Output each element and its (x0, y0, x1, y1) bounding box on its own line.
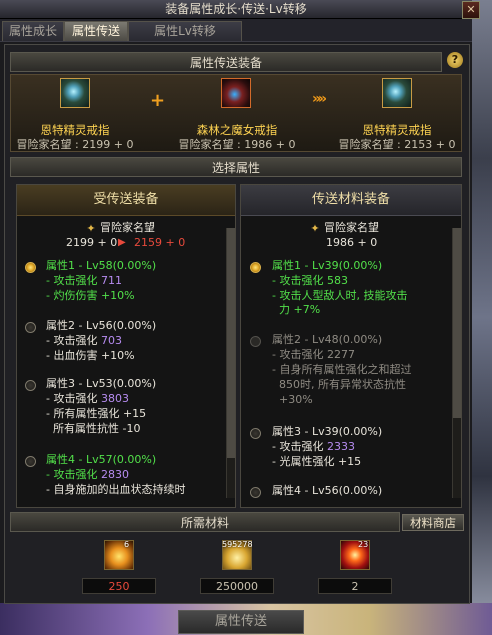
tab-attribute-growth[interactable]: 属性成长 (2, 21, 64, 41)
left-attribute-3-line-3: 所有属性抗性 -10 (46, 422, 141, 435)
attribute-transfer-button[interactable]: 属性传送 (178, 610, 304, 634)
left-reputation-before: 2199 + 0 (66, 236, 118, 249)
material-item-reputation: 冒险家名望 : 1986 + 0 (178, 138, 296, 151)
material-ring-icon[interactable] (221, 78, 251, 108)
reputation-crest-icon: ✦ (310, 222, 320, 235)
material-equipment-title: 传送材料装备 (241, 185, 461, 216)
left-attribute-1-line-2: - 灼伤伤害 +10% (46, 289, 135, 302)
tab-attribute-transfer[interactable]: 属性传送 (64, 21, 128, 41)
right-attribute-2-line-4: +30% (272, 393, 313, 406)
left-reputation-label: 冒险家名望 (100, 221, 155, 234)
right-attribute-1-line-1: - 攻击强化 583 (272, 274, 348, 287)
tab-attribute-lv-transfer[interactable]: 属性Lv转移 (128, 21, 242, 41)
left-reputation-after: 2159 + 0 (134, 236, 186, 249)
result-item-reputation: 冒险家名望 : 2153 + 0 (338, 138, 456, 151)
left-attribute-2-line-1: - 攻击强化 703 (46, 334, 122, 347)
left-attribute-2-radio[interactable] (25, 322, 36, 333)
right-attribute-3-line-1: - 攻击强化 2333 (272, 440, 355, 453)
left-attribute-1-line-1: - 攻击强化 711 (46, 274, 122, 287)
source-ring-icon[interactable] (60, 78, 90, 108)
right-attribute-2-line-3: 850时, 所有异常状态抗性 (272, 378, 406, 391)
left-attribute-4-line-2: - 自身施加的出血状态持续时 (46, 483, 186, 496)
result-ring-icon[interactable] (382, 78, 412, 108)
right-attribute-1-line-3: 力 +7% (272, 303, 321, 316)
decrease-arrow-icon: ▶ (118, 237, 126, 248)
left-scrollbar[interactable] (226, 228, 235, 498)
right-scrollbar[interactable] (452, 228, 461, 498)
material-shop-button[interactable]: 材料商店 (402, 514, 464, 531)
right-attribute-3-radio[interactable] (250, 428, 261, 439)
gold-coins-badge: 595278 (222, 540, 253, 549)
left-attribute-1-name[interactable]: 属性1 - Lv58(0.00%) (46, 259, 156, 273)
right-attribute-1-name[interactable]: 属性1 - Lv39(0.00%) (272, 259, 382, 273)
required-materials-header: 所需材料 (10, 512, 400, 532)
left-attribute-4-name[interactable]: 属性4 - Lv57(0.00%) (46, 453, 156, 467)
right-attribute-4-name[interactable]: 属性4 - Lv56(0.00%) (272, 484, 382, 498)
right-reputation-value: 1986 + 0 (326, 236, 378, 249)
right-attribute-2-radio[interactable] (250, 336, 261, 347)
right-attribute-2-line-2: - 自身所有属性强化之和超过 (272, 363, 412, 376)
right-attribute-3-name[interactable]: 属性3 - Lv39(0.00%) (272, 425, 382, 439)
material-orb-count: 2 (318, 578, 392, 594)
left-attribute-3-radio[interactable] (25, 380, 36, 391)
material-crystal-count: 250 (82, 578, 156, 594)
close-button[interactable]: ✕ (462, 1, 480, 19)
right-attribute-1-radio[interactable] (250, 262, 261, 273)
source-item-reputation: 冒险家名望 : 2199 + 0 (16, 138, 134, 151)
material-crystal-icon[interactable] (104, 540, 134, 570)
left-attribute-2-name[interactable]: 属性2 - Lv56(0.00%) (46, 319, 156, 333)
gold-coins-count: 250000 (200, 578, 274, 594)
left-attribute-3-line-1: - 攻击强化 3803 (46, 392, 129, 405)
window-title: 装备属性成长·传送·Lv转移 (165, 2, 307, 16)
help-icon[interactable]: ? (447, 52, 463, 68)
transfer-equipment-header: 属性传送装备 (10, 52, 442, 72)
left-attribute-4-radio[interactable] (25, 456, 36, 467)
right-attribute-3-line-2: - 光属性强化 +15 (272, 455, 362, 468)
right-attribute-1-line-2: - 攻击人型敌人时, 技能攻击 (272, 289, 408, 302)
right-reputation-label: 冒险家名望 (324, 221, 379, 234)
left-attribute-3-line-2: - 所有属性强化 +15 (46, 407, 147, 420)
receiving-equipment-title: 受传送装备 (17, 185, 235, 216)
left-scroll-thumb[interactable] (227, 228, 235, 458)
left-attribute-4-line-1: - 攻击强化 2830 (46, 468, 129, 481)
right-scroll-thumb[interactable] (453, 228, 461, 418)
reputation-crest-icon: ✦ (86, 222, 96, 235)
plus-icon: + (150, 90, 166, 111)
right-attribute-4-radio[interactable] (250, 487, 261, 498)
left-attribute-1-radio[interactable] (25, 262, 36, 273)
background-scenery (472, 0, 492, 635)
material-crystal-badge: 6 (124, 540, 130, 549)
left-attribute-3-name[interactable]: 属性3 - Lv53(0.00%) (46, 377, 156, 391)
material-orb-badge: 23 (358, 540, 369, 549)
right-attribute-2-name[interactable]: 属性2 - Lv48(0.00%) (272, 333, 382, 347)
right-attribute-2-line-1: - 攻击强化 2277 (272, 348, 355, 361)
left-attribute-2-line-2: - 出血伤害 +10% (46, 349, 135, 362)
select-attribute-header: 选择属性 (10, 157, 462, 177)
transfer-arrow-icon: »» (312, 91, 327, 107)
